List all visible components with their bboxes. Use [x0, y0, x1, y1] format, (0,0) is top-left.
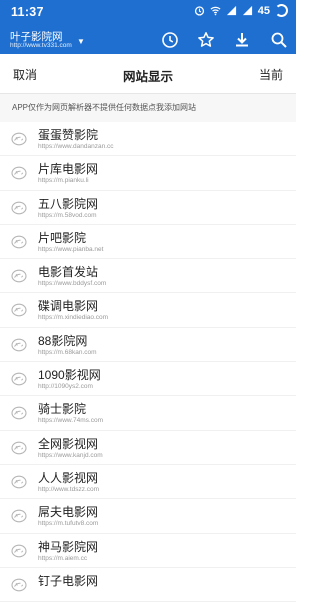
chevron-down-icon[interactable]: ▼ [77, 37, 85, 46]
sheet-header: 取消 网站显示 当前 [0, 54, 296, 94]
app-bar: 叶子影院网 http://www.tv331.com ▼ [0, 26, 296, 54]
site-name: 蛋蛋赞影院 [38, 128, 99, 142]
site-row[interactable]: 碟调电影网 https://m.xindiediao.com [0, 293, 296, 328]
star-icon[interactable] [197, 31, 215, 49]
site-list: 蛋蛋赞影院 https://www.dandanzan.cc 片库电影网 htt… [0, 122, 296, 603]
site-row[interactable]: 屌夫电影网 https://m.tufutv8.com [0, 499, 296, 534]
site-url: https://www.74ms.com [38, 417, 104, 425]
site-logo-icon [11, 475, 27, 489]
site-url: https://www.kanjd.com [38, 451, 103, 459]
current-site-url: http://www.tv331.com [10, 42, 72, 49]
site-logo-icon [11, 509, 27, 523]
site-name: 五八影院网 [38, 196, 99, 211]
site-url: https://www.bddysf.com [38, 280, 107, 288]
site-url: http://www.tdszz.com [38, 485, 100, 493]
site-logo-icon [11, 269, 27, 283]
site-logo-icon [11, 201, 27, 214]
site-row[interactable]: 五八影院网 https://m.58vod.com [0, 191, 296, 225]
battery-level: 45 [257, 4, 270, 17]
site-name: 88影院网 [38, 333, 88, 348]
site-name: 钉子电影网 [38, 573, 99, 588]
site-row[interactable]: 片库电影网 https://m.pianku.li [0, 156, 296, 191]
site-name: 骑士影院 [38, 402, 87, 417]
add-site-notice[interactable]: APP仅作为网页解析器不提供任何数据点我添加网站 [0, 94, 296, 122]
site-row[interactable]: 神马影院网 https://m.aiem.cc [0, 534, 296, 568]
wifi-icon [210, 6, 221, 16]
site-url: https://m.aiem.cc [38, 554, 88, 562]
site-url: https://www.pianba.net [38, 245, 104, 253]
alarm-icon [194, 6, 204, 16]
site-logo-icon [11, 166, 27, 180]
site-row[interactable]: 电影首发站 https://www.bddysf.com [0, 259, 296, 294]
site-name: 碟调电影网 [38, 299, 99, 314]
site-logo-icon [11, 372, 27, 386]
site-logo-icon [11, 544, 27, 557]
site-name: 人人影视网 [38, 470, 99, 485]
site-logo-icon [11, 338, 27, 352]
signal-icon [242, 5, 252, 16]
history-icon[interactable] [161, 31, 179, 49]
signal-icon [226, 5, 236, 16]
site-name: 片吧影院 [38, 230, 87, 245]
site-row[interactable]: 钉子电影网 [0, 568, 296, 603]
site-url: https://m.68kan.com [38, 348, 97, 356]
site-row[interactable]: 蛋蛋赞影院 https://www.dandanzan.cc [0, 122, 296, 157]
site-row[interactable]: 骑士影院 https://www.74ms.com [0, 396, 296, 431]
loading-ring-icon [275, 4, 288, 17]
site-url: https://m.pianku.li [38, 177, 89, 185]
site-row[interactable]: 1090影视网 http://1090ys2.com [0, 362, 296, 397]
site-logo-icon [11, 132, 27, 146]
site-logo-icon [11, 235, 27, 249]
site-picker-sheet: 取消 网站显示 当前 APP仅作为网页解析器不提供任何数据点我添加网站 蛋蛋赞影… [0, 54, 296, 616]
site-logo-icon [11, 407, 27, 420]
site-row[interactable]: 全网影视网 https://www.kanjd.com [0, 431, 296, 465]
site-logo-icon [11, 304, 27, 317]
sheet-title: 网站显示 [122, 70, 173, 84]
status-bar: 11:37 45 [0, 0, 296, 26]
site-row[interactable]: 人人影视网 http://www.tdszz.com [0, 465, 296, 500]
site-url: http://1090ys2.com [38, 383, 93, 391]
site-row[interactable]: 88影院网 https://m.68kan.com [0, 328, 296, 363]
site-name: 神马影院网 [38, 539, 99, 554]
status-icons: 45 [194, 4, 288, 17]
site-logo-icon [11, 441, 27, 455]
site-url: https://www.dandanzan.cc [38, 143, 114, 150]
download-icon[interactable] [233, 31, 251, 49]
site-name: 片库电影网 [38, 162, 99, 177]
site-name: 屌夫电影网 [38, 505, 99, 520]
search-icon[interactable] [270, 31, 288, 49]
current-button[interactable]: 当前 [259, 66, 283, 83]
site-url: https://m.xindiediao.com [38, 314, 109, 322]
site-row[interactable]: 片吧影院 https://www.pianba.net [0, 225, 296, 260]
site-name: 1090影视网 [38, 368, 101, 383]
site-name: 电影首发站 [38, 265, 99, 280]
status-time: 11:37 [11, 5, 44, 19]
site-url: https://m.tufutv8.com [38, 520, 99, 528]
site-url: https://m.58vod.com [38, 211, 97, 219]
site-name: 全网影视网 [38, 436, 99, 451]
site-logo-icon [11, 578, 27, 592]
